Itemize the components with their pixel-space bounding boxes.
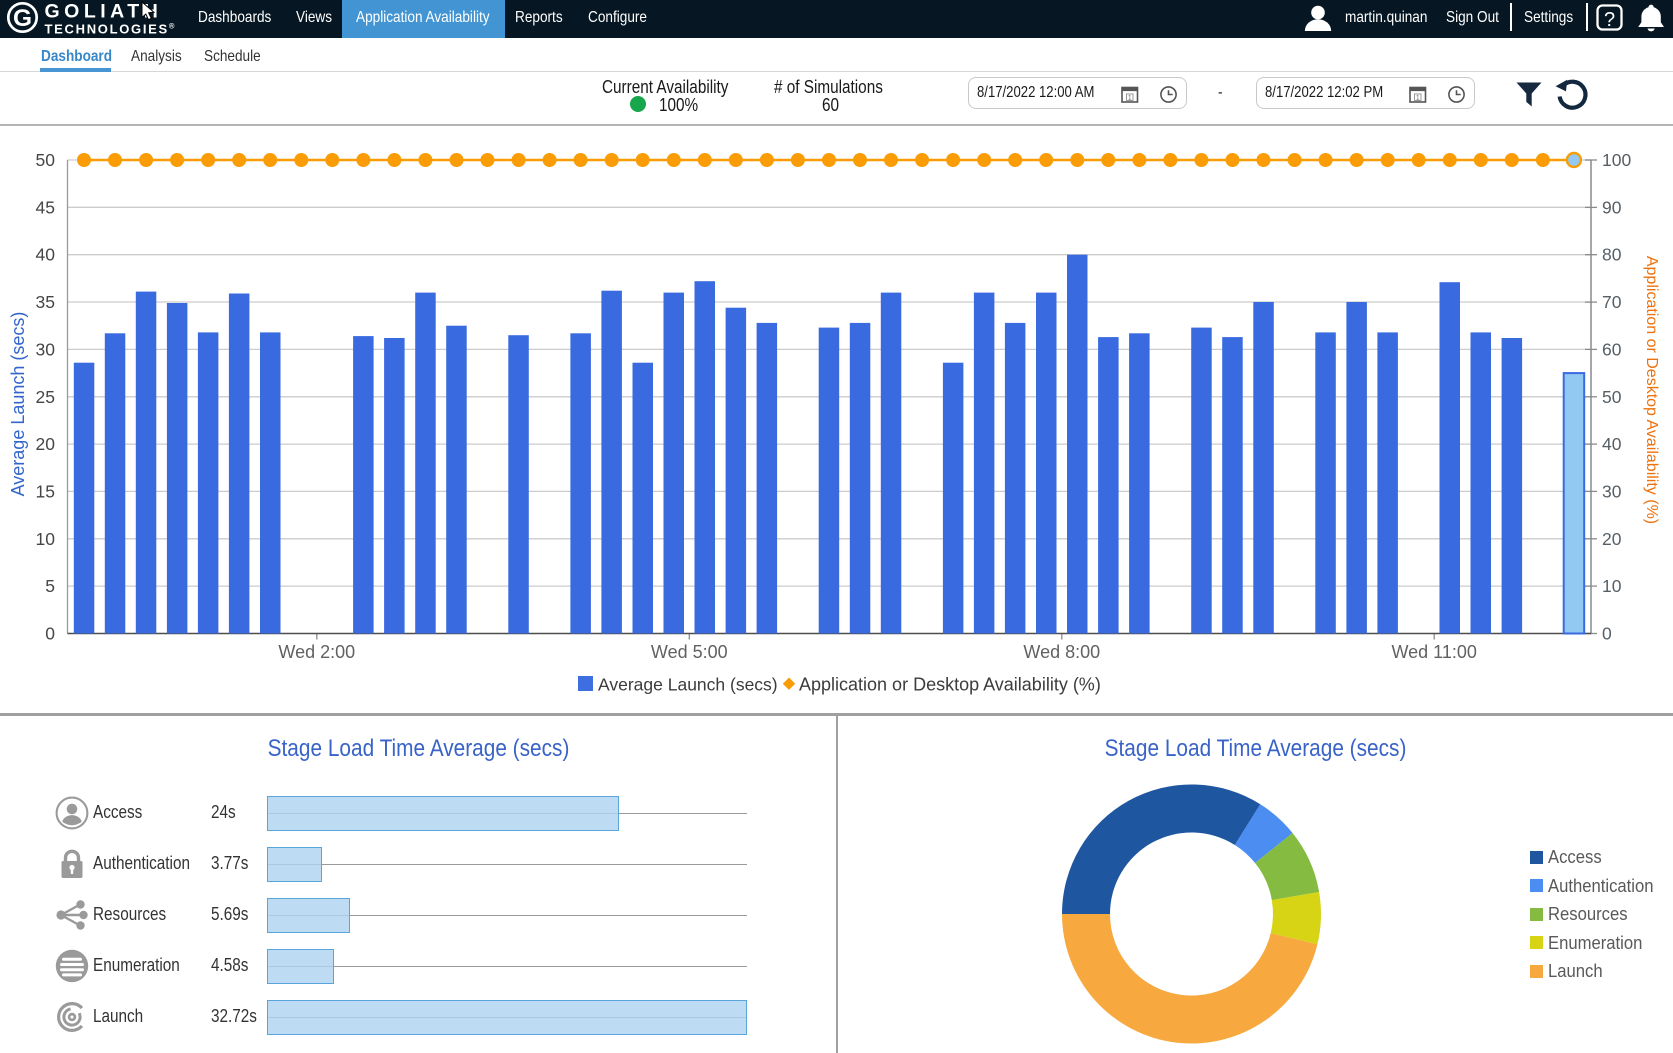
svg-text:90: 90 — [1602, 197, 1622, 217]
svg-text:45: 45 — [36, 197, 55, 217]
svg-text:30: 30 — [36, 339, 56, 359]
svg-text:0: 0 — [45, 624, 55, 644]
svg-text:60: 60 — [1602, 339, 1622, 359]
svg-text:10: 10 — [36, 529, 56, 549]
svg-text:40: 40 — [36, 245, 56, 265]
svg-text:Wed 2:00: Wed 2:00 — [278, 642, 355, 662]
svg-text:Wed 5:00: Wed 5:00 — [651, 642, 728, 662]
svg-text:20: 20 — [1602, 529, 1622, 549]
svg-text:5: 5 — [45, 576, 55, 596]
svg-text:35: 35 — [36, 292, 55, 312]
svg-text:?: ? — [1604, 9, 1615, 31]
svg-text:G: G — [13, 5, 32, 32]
svg-text:70: 70 — [1602, 292, 1622, 312]
svg-text:25: 25 — [36, 387, 55, 407]
svg-text:15: 15 — [36, 481, 55, 501]
svg-text:80: 80 — [1602, 245, 1622, 265]
svg-text:TECHNOLOGIES®: TECHNOLOGIES® — [45, 22, 177, 37]
svg-text:100: 100 — [1602, 150, 1631, 170]
svg-text:Application or Desktop Availab: Application or Desktop Availability (%) — [1643, 256, 1660, 524]
svg-text:Wed 8:00: Wed 8:00 — [1023, 642, 1100, 662]
svg-text:Application or Desktop Availab: Application or Desktop Availability (%) — [799, 675, 1101, 695]
svg-text:20: 20 — [36, 434, 56, 454]
svg-text:Wed 11:00: Wed 11:00 — [1391, 642, 1476, 662]
svg-text:30: 30 — [1602, 481, 1622, 501]
svg-text:50: 50 — [36, 150, 56, 170]
svg-text:Average Launch (secs): Average Launch (secs) — [8, 312, 28, 497]
svg-text:10: 10 — [1602, 576, 1622, 596]
svg-text:0: 0 — [1602, 624, 1612, 644]
svg-text:50: 50 — [1602, 387, 1622, 407]
svg-text:Average Launch (secs): Average Launch (secs) — [598, 675, 778, 695]
svg-text:40: 40 — [1602, 434, 1622, 454]
